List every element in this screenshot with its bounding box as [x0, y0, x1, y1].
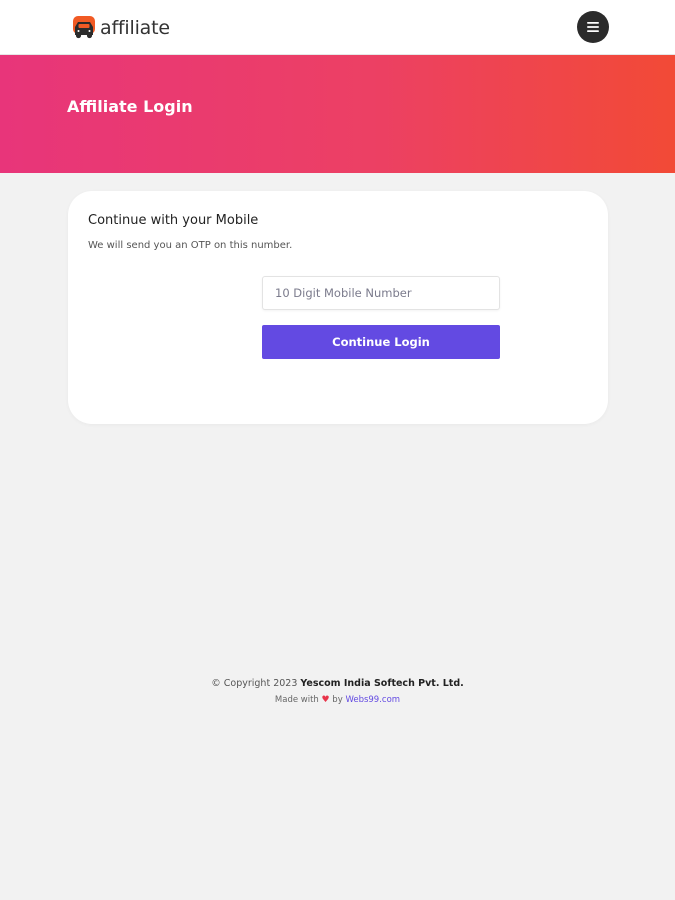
page-title: Affiliate Login	[67, 97, 193, 116]
continue-login-button[interactable]: Continue Login	[262, 325, 500, 359]
company-name: Yescom India Softech Pvt. Ltd.	[300, 678, 464, 689]
page-hero-banner: Affiliate Login	[0, 55, 675, 173]
credit-link[interactable]: Webs99.com	[345, 695, 400, 705]
made-with-line: Made with ♥ by Webs99.com	[0, 694, 675, 706]
page-footer: © Copyright 2023 Yescom India Softech Pv…	[0, 677, 675, 706]
brand-logo-link[interactable]: affiliate	[72, 14, 170, 42]
by-text: by	[332, 695, 343, 705]
login-card-subtitle: We will send you an OTP on this number.	[88, 240, 293, 251]
made-with-text: Made with	[274, 695, 319, 705]
heart-icon: ♥	[321, 695, 330, 705]
car-logo-icon	[73, 16, 95, 39]
login-card-title: Continue with your Mobile	[88, 213, 259, 228]
mobile-number-input[interactable]	[262, 276, 500, 310]
copyright-line: © Copyright 2023 Yescom India Softech Pv…	[0, 677, 675, 691]
copyright-text: © Copyright 2023	[211, 678, 298, 689]
login-card: Continue with your Mobile We will send y…	[68, 191, 608, 424]
menu-button[interactable]	[577, 11, 609, 43]
hamburger-menu-icon	[587, 22, 599, 32]
brand-name: affiliate	[100, 17, 170, 39]
top-navbar: affiliate	[0, 0, 675, 55]
